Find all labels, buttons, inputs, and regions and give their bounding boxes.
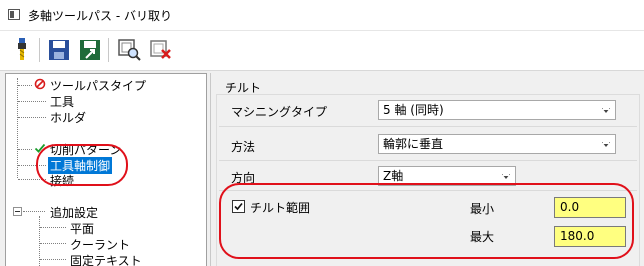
toolbar-separator bbox=[108, 38, 109, 62]
tree-connector bbox=[18, 149, 32, 150]
window-icon bbox=[8, 9, 20, 20]
tree-item-tool[interactable]: 工具 bbox=[50, 93, 74, 110]
annotation-outline-tilt-range bbox=[219, 183, 634, 259]
tree-connector bbox=[40, 259, 66, 260]
tree-connector bbox=[40, 227, 66, 228]
tree-item-fixed-text[interactable]: 固定テキスト bbox=[70, 252, 142, 266]
tree-connector bbox=[23, 211, 45, 212]
error-icon bbox=[34, 78, 46, 90]
title-bar: 多軸ツールパス - バリ取り bbox=[0, 0, 644, 31]
save-as-icon[interactable] bbox=[76, 36, 104, 64]
toolbar-separator bbox=[39, 38, 40, 62]
tree-connector bbox=[40, 243, 66, 244]
chevron-down-icon bbox=[502, 173, 510, 179]
tree-item-toolpath-type[interactable]: ツールパスタイプ bbox=[50, 77, 146, 94]
tree-item-coolant[interactable]: クーラント bbox=[70, 236, 130, 253]
machining-type-select[interactable]: 5 軸 (同時) bbox=[378, 100, 616, 120]
chevron-down-icon bbox=[602, 141, 610, 147]
row-separator bbox=[219, 160, 637, 161]
machining-type-label: マシニングタイプ bbox=[231, 105, 328, 119]
machining-type-value: 5 軸 (同時) bbox=[383, 103, 444, 117]
chevron-down-icon bbox=[602, 107, 610, 113]
preview-icon[interactable] bbox=[115, 36, 143, 64]
method-select[interactable]: 輪郭に垂直 bbox=[378, 134, 616, 154]
tree-item-additional-settings[interactable]: 追加設定 bbox=[50, 204, 98, 221]
collapse-icon[interactable] bbox=[13, 207, 22, 216]
tree-item-holder[interactable]: ホルダ bbox=[50, 109, 86, 126]
row-separator bbox=[219, 126, 637, 127]
toolbar bbox=[0, 31, 644, 71]
tree-item-plane[interactable]: 平面 bbox=[70, 220, 94, 237]
panel-divider[interactable] bbox=[210, 73, 211, 266]
tool-icon[interactable] bbox=[8, 36, 36, 64]
direction-value: Z軸 bbox=[383, 169, 404, 183]
window-title: 多軸ツールパス - バリ取り bbox=[28, 9, 172, 23]
delete-icon[interactable] bbox=[147, 36, 175, 64]
tree-connector bbox=[18, 101, 46, 102]
method-label: 方法 bbox=[231, 140, 256, 154]
tree-connector bbox=[18, 117, 46, 118]
tree-connector bbox=[17, 78, 18, 178]
tree-connector bbox=[18, 85, 32, 86]
annotation-outline-tree bbox=[36, 144, 128, 186]
save-icon[interactable] bbox=[45, 36, 73, 64]
method-value: 輪郭に垂直 bbox=[383, 137, 444, 151]
